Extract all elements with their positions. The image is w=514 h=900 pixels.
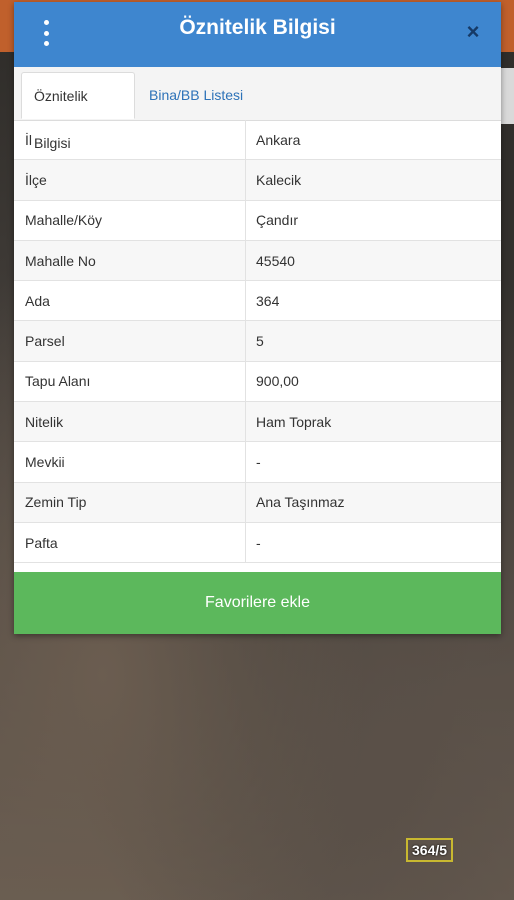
table-row: Zemin Tip Ana Taşınmaz [14, 482, 501, 523]
tab-bar: Öznitelik Bilgisi Bina/BB Listesi [14, 67, 501, 151]
attribute-value: Ana Taşınmaz [256, 494, 345, 511]
attribute-value: - [256, 454, 261, 471]
attribute-key: Zemin Tip [14, 482, 246, 522]
dialog-header: Öznitelik Bilgisi × [14, 2, 501, 67]
parcel-map-label[interactable]: 364/5 [406, 838, 454, 862]
attribute-value: - [256, 534, 261, 551]
attribute-key: İl [14, 120, 246, 160]
table-row: Ada 364 [14, 281, 501, 322]
table-row: İlçe Kalecik [14, 160, 501, 201]
table-row: İl Ankara [14, 120, 501, 161]
attribute-key: Pafta [14, 522, 246, 563]
map-side-control[interactable] [500, 68, 514, 124]
attribute-key: Mahalle No [14, 240, 246, 281]
table-row: Mahalle No 45540 [14, 240, 501, 282]
table-row: Nitelik Ham Toprak [14, 402, 501, 443]
attribute-value: Çandır [256, 212, 299, 229]
attribute-table: İl Ankara İlçe Kalecik Mahalle/Köy Çandı… [14, 120, 501, 564]
attribute-key: Ada [14, 281, 246, 321]
table-row: Tapu Alanı 900,00 [14, 361, 501, 403]
table-row: Mevkii - [14, 442, 501, 483]
dialog-title: Öznitelik Bilgisi [179, 16, 336, 39]
tab-building-list[interactable]: Bina/BB Listesi [137, 72, 255, 119]
tab-attribute-info[interactable]: Öznitelik Bilgisi [21, 72, 135, 151]
add-favorite-button[interactable]: Favorilere ekle [14, 572, 501, 634]
table-row: Mahalle/Köy Çandır [14, 200, 501, 241]
attribute-value: 364 [256, 292, 280, 309]
attribute-dialog: Öznitelik Bilgisi × Öznitelik Bilgisi Bi… [14, 2, 501, 634]
attribute-value: 900,00 [256, 373, 299, 390]
attribute-value: Ham Toprak [256, 413, 332, 430]
attribute-key: İlçe [14, 160, 246, 200]
table-row: Parsel 5 [14, 321, 501, 362]
attribute-value: 45540 [256, 252, 295, 269]
attribute-key: Parsel [14, 321, 246, 361]
attribute-key: Nitelik [14, 402, 246, 442]
attribute-value: 5 [256, 333, 264, 350]
close-icon[interactable]: × [461, 20, 485, 44]
table-row: Pafta - [14, 522, 501, 564]
attribute-value: Kalecik [256, 171, 302, 188]
attribute-key: Tapu Alanı [14, 361, 246, 402]
attribute-key: Mevkii [14, 442, 246, 482]
attribute-key: Mahalle/Köy [14, 200, 246, 240]
attribute-value: Ankara [256, 131, 301, 148]
